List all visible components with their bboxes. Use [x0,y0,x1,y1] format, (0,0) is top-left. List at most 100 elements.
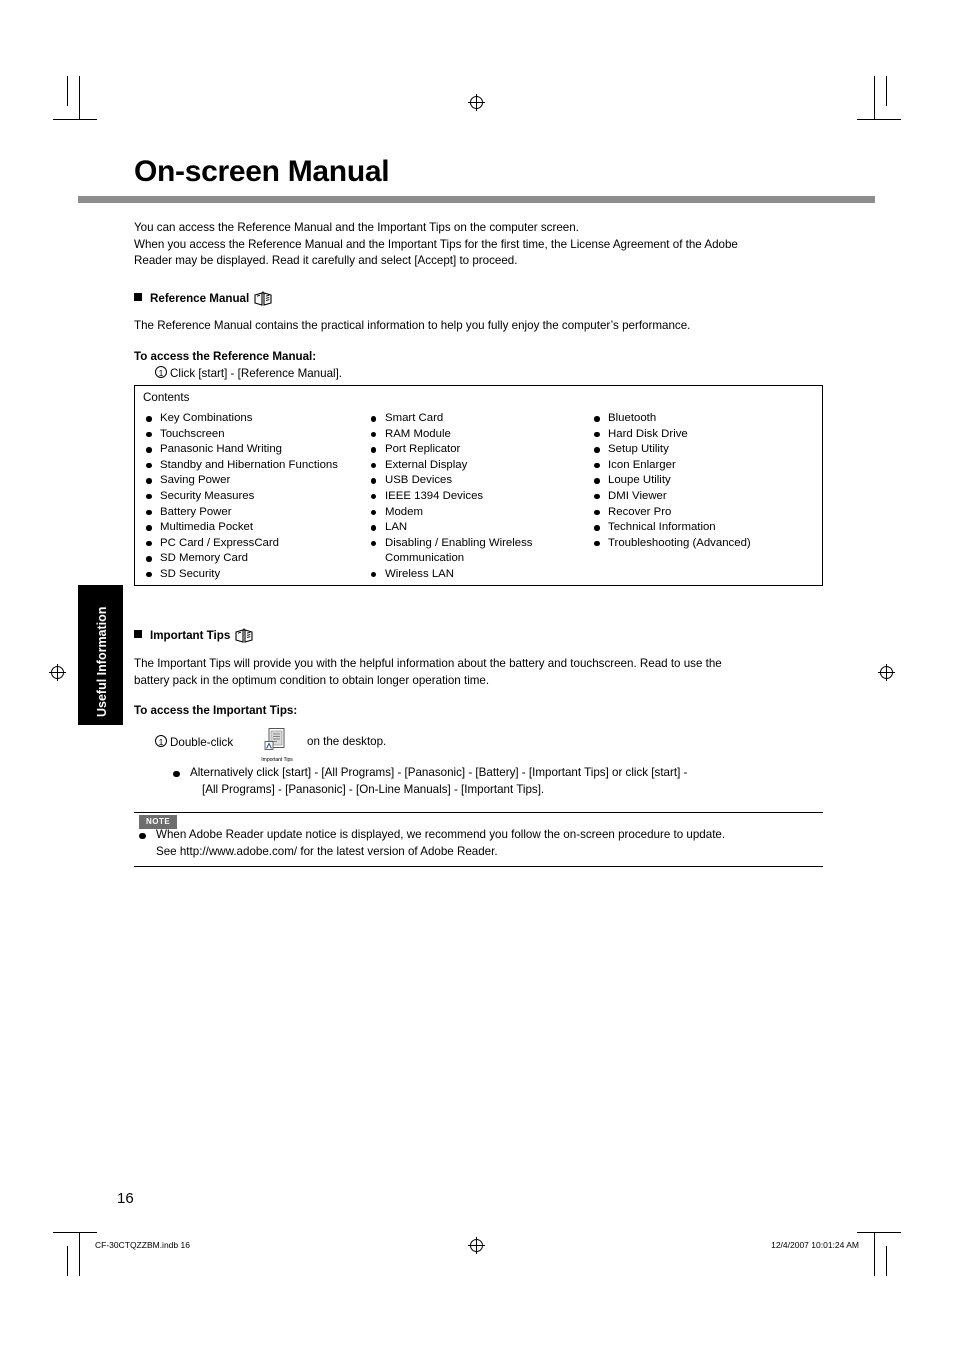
bullet-dot-icon [146,462,152,469]
book-icon [253,290,273,310]
contents-box: Contents Key Combinations Touchscreen Pa… [134,385,823,586]
list-item-label: Standby and Hibernation Functions [160,458,338,471]
list-item: Modem [368,505,591,521]
square-bullet-icon [134,293,142,301]
side-tab-useful-information: Useful Information [78,585,123,725]
list-item-continuation: Communication [368,551,591,567]
section-heading-important-tips: Important Tips [134,627,254,647]
list-item-label: Setup Utility [608,443,669,456]
contents-column-1: Key Combinations Touchscreen Panasonic H… [143,411,368,583]
list-item-label: Port Replicator [384,443,461,456]
list-item-label: USB Devices [384,474,453,487]
list-item: Smart Card [368,411,591,427]
step-number-icon: 1 [155,366,167,378]
bullet-dot-icon [594,493,600,500]
crop-mark-bottom-right-v [874,1232,875,1276]
list-item: LAN [368,520,591,536]
list-item-label: DMI Viewer [608,489,667,502]
bullet-dot-icon [594,478,600,484]
list-item-label: SD Memory Card [160,552,248,565]
list-item-label: Bluetooth [608,412,657,424]
bullet-dot-icon [594,525,600,531]
list-item: Technical Information [591,520,816,536]
list-item: Troubleshooting (Advanced) [591,536,816,552]
bullet-dot-icon [370,447,377,453]
step-number-icon: 1 [155,735,167,747]
list-item-label: Troubleshooting (Advanced) [608,536,751,549]
reference-manual-access-heading: To access the Reference Manual: [134,350,317,363]
section-heading-reference-manual-label: Reference Manual [150,292,250,305]
bullet-dot-icon [370,493,377,500]
note-line-1: When Adobe Reader update notice is displ… [156,828,726,841]
list-item: Multimedia Pocket [143,520,368,536]
list-item: Loupe Utility [591,473,816,489]
bullet-dot-icon [146,431,152,438]
list-item: SD Memory Card [143,551,368,567]
bullet-dot-icon [370,416,377,422]
side-tab-label: Useful Information [95,606,109,717]
bullet-dot-icon [370,525,377,531]
contents-label: Contents [143,391,190,404]
bullet-dot-icon [594,540,600,547]
registration-mark-top [468,94,485,111]
bullet-dot-icon [146,556,152,562]
page-title: On-screen Manual [134,155,390,188]
list-item-label: Communication [384,552,465,565]
list-item-label: Key Combinations [160,412,253,424]
bullet-dot-icon [146,478,152,484]
crop-mark-bottom-left-h [53,1232,97,1233]
list-item: SD Security [143,567,368,583]
list-item-label: Disabling / Enabling Wireless [384,536,533,549]
list-item: DMI Viewer [591,489,816,505]
list-item-label: Smart Card [384,412,444,424]
square-bullet-icon [134,630,142,638]
important-tips-desktop-icon-caption: Important Tips [261,757,293,763]
important-tips-shortcut-icon [264,728,285,750]
registration-mark-bottom [468,1237,485,1254]
list-item: Disabling / Enabling Wireless [368,536,591,552]
crop-mark-top-right-v2 [886,76,887,106]
list-item: Standby and Hibernation Functions [143,458,368,474]
footer-file-name: CF-30CTQZZBM.indb 16 [95,1240,190,1250]
note-bullet: When Adobe Reader update notice is displ… [136,827,846,860]
bullet-dot-icon [594,447,600,453]
crop-mark-bottom-right-v2 [886,1246,887,1276]
list-item: External Display [368,458,591,474]
registration-mark-right [878,664,895,681]
bullet-dot-icon [146,571,152,578]
bullet-dot-icon [594,462,600,469]
important-tips-desktop-icon: Important Tips [255,727,299,763]
important-tips-description-line-1: The Important Tips will provide you with… [134,657,722,670]
bullet-dot-icon [370,509,377,516]
list-item: Wireless LAN [368,567,591,583]
important-tips-step-1-prefix: Double-click [170,736,234,749]
list-item-label: Loupe Utility [608,474,671,487]
note-divider-bottom [134,866,823,867]
list-item-label: PC Card / ExpressCard [160,536,280,549]
list-item: RAM Module [368,427,591,443]
intro-line-3: Reader may be displayed. Read it careful… [134,254,518,267]
list-item: Key Combinations [143,411,368,427]
intro-line-2: When you access the Reference Manual and… [134,237,738,251]
bullet-dot-icon [146,540,152,547]
important-tips-alternative-line-1: Alternatively click [start] - [All Progr… [190,766,688,779]
list-item: Security Measures [143,489,368,505]
crop-mark-bottom-right-h [857,1232,901,1233]
crop-mark-bottom-left-v2 [67,1246,68,1276]
list-item: Saving Power [143,473,368,489]
section-heading-important-tips-label: Important Tips [150,629,231,642]
contents-column-3: Bluetooth Hard Disk Drive Setup Utility … [591,411,816,583]
list-item: Bluetooth [591,411,816,427]
important-tips-alternative-bullet: Alternatively click [start] - [All Progr… [170,765,850,798]
list-item: Touchscreen [143,427,368,443]
contents-column-2: Smart Card RAM Module Port Replicator Ex… [368,411,591,583]
note-line-2: See http://www.adobe.com/ for the latest… [156,844,498,858]
bullet-dot-icon [594,416,600,422]
list-item-label: Modem [384,505,423,518]
registration-mark-left [49,664,66,681]
list-item: Panasonic Hand Writing [143,442,368,458]
list-item-label: Security Measures [160,489,255,502]
important-tips-description-line-2: battery pack in the optimum condition to… [134,673,490,687]
crop-mark-top-left-v [79,76,80,120]
crop-mark-top-right-v [874,76,875,120]
